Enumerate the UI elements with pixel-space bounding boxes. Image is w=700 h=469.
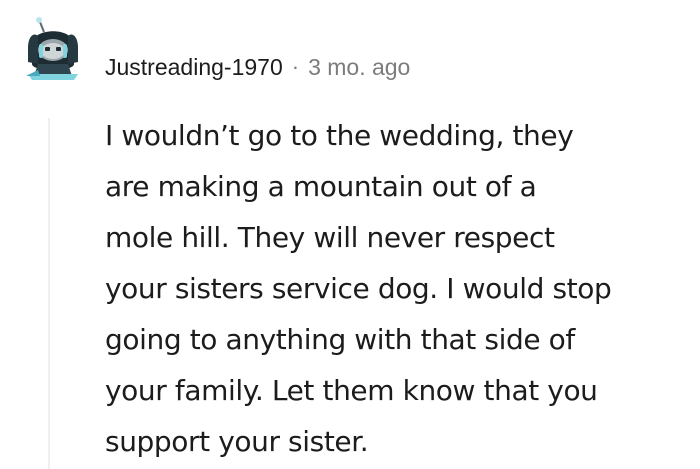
comment-body-line: support your sister. — [105, 425, 369, 458]
comment-body: I wouldn’t go to the wedding, they are m… — [105, 110, 697, 467]
username-link[interactable]: Justreading-1970 — [105, 54, 283, 81]
snoo-avatar-icon — [26, 17, 78, 80]
comment-body-line: your sisters service dog. I would stop — [105, 272, 612, 305]
comment-body-line: mole hill. They will never respect — [105, 221, 555, 254]
user-avatar[interactable] — [18, 14, 86, 82]
comment-body-line: I wouldn’t go to the wedding, they — [105, 119, 574, 152]
comment-body-line: are making a mountain out of a — [105, 170, 537, 203]
comment-body-line: your family. Let them know that you — [105, 374, 598, 407]
comment: Justreading-1970 · 3 mo. ago I wouldn’t … — [0, 0, 700, 469]
comment-timestamp[interactable]: 3 mo. ago — [308, 54, 410, 81]
meta-separator: · — [291, 54, 300, 79]
comment-meta: Justreading-1970 · 3 mo. ago — [105, 52, 410, 82]
thread-collapse-line[interactable] — [48, 118, 50, 469]
comment-body-line: going to anything with that side of — [105, 323, 575, 356]
